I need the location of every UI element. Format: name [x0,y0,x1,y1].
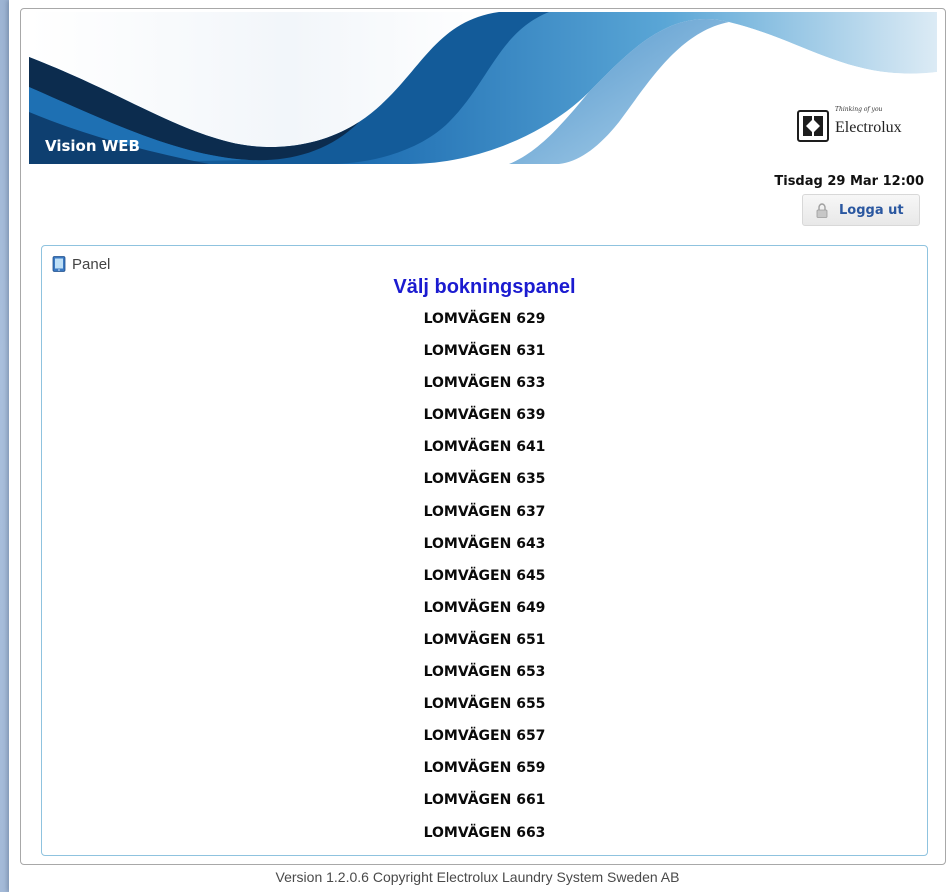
list-item: LOMVÄGEN 651 [42,631,927,663]
header-banner: Vision WEB Thinking of you Electrolux [29,12,937,164]
app-title: Vision WEB [45,137,140,155]
list-item: LOMVÄGEN 661 [42,791,927,823]
tablet-icon [52,256,66,272]
list-item: LOMVÄGEN 655 [42,695,927,727]
list-item: LOMVÄGEN 659 [42,759,927,791]
booking-panel-link[interactable]: LOMVÄGEN 661 [424,792,546,808]
brand-tagline: Thinking of you [835,106,883,113]
list-item: LOMVÄGEN 663 [42,824,927,856]
list-item: LOMVÄGEN 641 [42,438,927,470]
booking-panel-link[interactable]: LOMVÄGEN 641 [424,439,546,455]
booking-panel-link[interactable]: LOMVÄGEN 643 [424,536,546,552]
booking-panel-link[interactable]: LOMVÄGEN 663 [424,825,546,841]
brand-name: Electrolux [835,119,902,136]
current-datetime: Tisdag 29 Mar 12:00 [774,174,924,189]
version-footer: Version 1.2.0.6 Copyright Electrolux Lau… [275,869,680,885]
list-item: LOMVÄGEN 645 [42,567,927,599]
booking-panel-link[interactable]: LOMVÄGEN 639 [424,407,546,423]
logout-button[interactable]: Logga ut [802,194,920,226]
booking-panel-list: LOMVÄGEN 629 LOMVÄGEN 631 LOMVÄGEN 633 L… [42,310,927,856]
booking-panel-link[interactable]: LOMVÄGEN 651 [424,632,546,648]
electrolux-logo-icon [797,110,829,142]
booking-panel-link[interactable]: LOMVÄGEN 629 [424,311,546,327]
list-item: LOMVÄGEN 653 [42,663,927,695]
booking-panel-link[interactable]: LOMVÄGEN 637 [424,504,546,520]
booking-panel-link[interactable]: LOMVÄGEN 649 [424,600,546,616]
list-item: LOMVÄGEN 639 [42,406,927,438]
list-item: LOMVÄGEN 633 [42,374,927,406]
list-item: LOMVÄGEN 631 [42,342,927,374]
panel-heading: Välj bokningspanel [393,276,576,298]
list-item: LOMVÄGEN 637 [42,503,927,535]
booking-panel-link[interactable]: LOMVÄGEN 657 [424,728,546,744]
padlock-icon [816,203,828,218]
booking-panel-link[interactable]: LOMVÄGEN 655 [424,696,546,712]
brand-logo: Thinking of you Electrolux [767,106,927,146]
browser-window: Vision WEB Thinking of you Electrolux Ti… [9,0,946,892]
logout-label: Logga ut [839,203,904,218]
booking-panel-link[interactable]: LOMVÄGEN 653 [424,664,546,680]
booking-panel-card: Panel Välj bokningspanel LOMVÄGEN 629 LO… [41,245,928,856]
list-item: LOMVÄGEN 649 [42,599,927,631]
booking-panel-link[interactable]: LOMVÄGEN 631 [424,343,546,359]
booking-panel-link[interactable]: LOMVÄGEN 659 [424,760,546,776]
list-item: LOMVÄGEN 635 [42,470,927,502]
booking-panel-link[interactable]: LOMVÄGEN 645 [424,568,546,584]
booking-panel-link[interactable]: LOMVÄGEN 635 [424,471,546,487]
panel-title: Panel [72,256,111,273]
list-item: LOMVÄGEN 629 [42,310,927,342]
list-item: LOMVÄGEN 657 [42,727,927,759]
list-item: LOMVÄGEN 643 [42,535,927,567]
booking-panel-link[interactable]: LOMVÄGEN 633 [424,375,546,391]
